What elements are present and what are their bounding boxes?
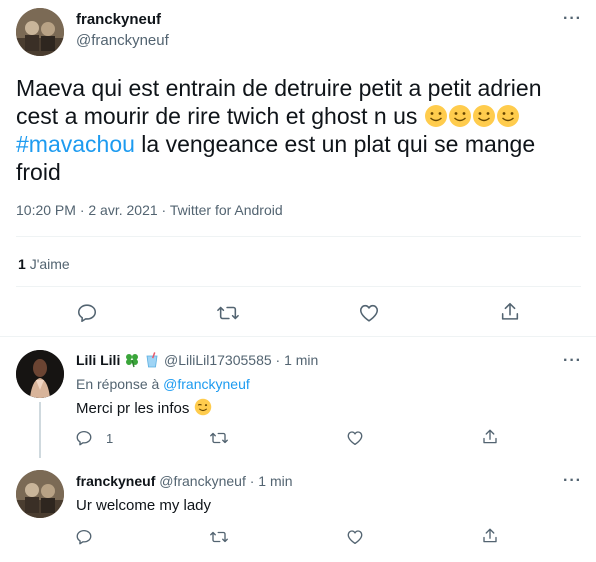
tweet-text-line2: cest a mourir de rire twich et ghost n u…: [16, 103, 418, 129]
reply1-name[interactable]: Lili Lili: [76, 352, 120, 368]
hashtag-link[interactable]: #mavachou: [16, 131, 135, 157]
reply1-text-body: Merci pr les infos: [76, 400, 190, 417]
reply1-header: Lili Lili @LiliLil17305585 · 1 min: [76, 352, 318, 368]
author-avatar[interactable]: [16, 8, 64, 56]
clover-emoji: [124, 352, 144, 368]
divider: [0, 336, 596, 337]
reply2-header: franckyneuf @franckyneuf · 1 min: [76, 473, 293, 489]
more-icon[interactable]: ···: [563, 472, 582, 490]
more-icon[interactable]: ···: [563, 352, 582, 370]
author-handle[interactable]: @franckyneuf: [76, 32, 169, 49]
reply1-text: Merci pr les infos: [76, 398, 212, 417]
smiley-emoji: [424, 103, 520, 129]
divider: [16, 236, 581, 237]
wink-emoji: [194, 398, 212, 417]
reply-icon[interactable]: [75, 528, 93, 546]
like-icon[interactable]: [346, 429, 364, 447]
reply1-context: En réponse à @franckyneuf: [76, 376, 250, 392]
tweet-text-line3: la vengeance est un plat qui se mange: [134, 131, 536, 157]
reply-avatar[interactable]: [16, 350, 64, 398]
reply2-name[interactable]: franckyneuf: [76, 473, 155, 489]
share-icon[interactable]: [481, 428, 499, 446]
reply-icon[interactable]: [76, 302, 98, 324]
reply2-handle-time[interactable]: @franckyneuf · 1 min: [159, 473, 292, 489]
author-name[interactable]: franckyneuf: [76, 11, 161, 28]
like-icon[interactable]: [358, 302, 380, 324]
likes-stat[interactable]: 1 J'aime: [18, 256, 70, 272]
tweet-text: Maeva qui est entrain de detruire petit …: [16, 74, 586, 186]
share-icon[interactable]: [499, 301, 521, 323]
likes-label: J'aime: [29, 256, 70, 272]
tweet-text-line4: froid: [16, 159, 61, 185]
tweet-text-line1: Maeva qui est entrain de detruire petit …: [16, 75, 542, 101]
retweet-icon[interactable]: [209, 429, 229, 447]
reply2-avatar[interactable]: [16, 470, 64, 518]
like-icon[interactable]: [346, 528, 364, 546]
likes-count: 1: [18, 256, 26, 272]
divider: [16, 286, 581, 287]
reply-icon[interactable]: [75, 429, 93, 447]
tweet-meta[interactable]: 10:20 PM · 2 avr. 2021 · Twitter for And…: [16, 202, 283, 218]
reply1-context-mention[interactable]: @franckyneuf: [163, 376, 250, 392]
retweet-icon[interactable]: [216, 302, 240, 324]
reply1-context-prefix: En réponse à: [76, 376, 164, 392]
retweet-icon[interactable]: [209, 528, 229, 546]
thread-line: [39, 402, 41, 458]
reply1-reply-count: 1: [106, 431, 114, 446]
reply2-text: Ur welcome my lady: [76, 497, 212, 514]
share-icon[interactable]: [481, 527, 499, 545]
cup-emoji: [144, 352, 164, 368]
more-icon[interactable]: ···: [563, 10, 582, 28]
reply1-handle-time[interactable]: @LiliLil17305585 · 1 min: [164, 352, 318, 368]
